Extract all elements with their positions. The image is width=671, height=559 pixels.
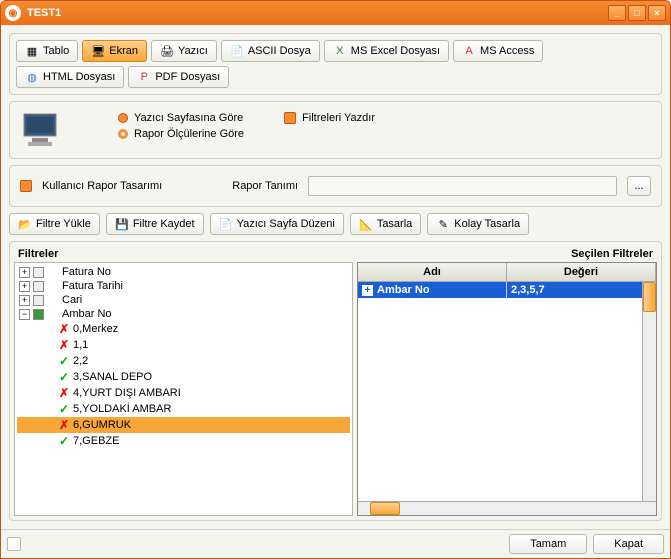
file-icon: 📄 <box>230 44 244 58</box>
tree-node[interactable]: Cari <box>17 293 350 307</box>
print-options-panel: Yazıcı Sayfasına Göre Rapor Ölçülerine G… <box>9 101 662 159</box>
node-checkbox[interactable] <box>33 267 44 278</box>
tree-leaf[interactable]: ✓2,2 <box>17 353 350 369</box>
cross-icon: ✗ <box>58 418 70 432</box>
save-icon: 💾 <box>115 217 129 231</box>
cross-icon: ✗ <box>58 338 70 352</box>
check-icon: ✓ <box>58 402 70 416</box>
app-window: ◉ TEST1 _ □ × ▦Tablo 🖥Ekran 🖨Yazıcı 📄ASC… <box>0 0 671 559</box>
collapse-icon[interactable] <box>19 309 30 320</box>
check-icon <box>284 112 296 124</box>
grid-header: Adı Değeri <box>358 263 656 282</box>
node-checkbox[interactable] <box>33 309 44 320</box>
print-filters-checkbox[interactable]: Filtreleri Yazdır <box>284 112 375 124</box>
tablo-button[interactable]: ▦Tablo <box>16 40 78 62</box>
page-radio[interactable]: Yazıcı Sayfasına Göre <box>118 112 244 124</box>
check-icon: ✓ <box>58 434 70 448</box>
user-design-label: Kullanıcı Rapor Tasarımı <box>42 180 162 192</box>
save-filter-button[interactable]: 💾Filtre Kaydet <box>106 213 204 235</box>
cross-icon: ✗ <box>58 386 70 400</box>
expand-icon[interactable] <box>19 281 30 292</box>
selected-grid[interactable]: Adı Değeri +Ambar No 2,3,5,7 <box>357 262 657 516</box>
node-checkbox[interactable] <box>33 295 44 306</box>
definition-input[interactable] <box>308 176 617 196</box>
monitor-icon <box>20 112 60 148</box>
check-icon <box>20 180 32 192</box>
app-icon: ◉ <box>5 5 21 21</box>
access-icon: A <box>462 44 476 58</box>
horizontal-scrollbar[interactable] <box>358 501 656 515</box>
yazici-button[interactable]: 🖨Yazıcı <box>151 40 217 62</box>
check-icon: ✓ <box>58 354 70 368</box>
corner-handle <box>7 537 21 551</box>
filter-actions: 📂Filtre Yükle 💾Filtre Kaydet 📄Yazıcı Say… <box>9 213 662 235</box>
definition-label: Rapor Tanımı <box>232 180 298 192</box>
node-checkbox[interactable] <box>33 281 44 292</box>
tree-node[interactable]: Ambar No <box>17 307 350 321</box>
check-icon: ✓ <box>58 370 70 384</box>
table-icon: ▦ <box>25 44 39 58</box>
expand-icon[interactable] <box>19 267 30 278</box>
pdf-button[interactable]: PPDF Dosyası <box>128 66 229 88</box>
grid-body[interactable]: +Ambar No 2,3,5,7 <box>358 282 656 501</box>
page-layout-button[interactable]: 📄Yazıcı Sayfa Düzeni <box>210 213 344 235</box>
browse-button[interactable]: ... <box>627 176 651 196</box>
ok-button[interactable]: Tamam <box>509 534 587 554</box>
globe-icon: ◍ <box>25 70 39 84</box>
ascii-button[interactable]: 📄ASCII Dosya <box>221 40 320 62</box>
close-dialog-button[interactable]: Kapat <box>593 534 664 554</box>
titlebar: ◉ TEST1 _ □ × <box>1 1 670 25</box>
tree-node[interactable]: Fatura No <box>17 265 350 279</box>
printer-icon: 🖨 <box>160 44 174 58</box>
tree-leaf[interactable]: ✗4,YURT DIŞI AMBARI <box>17 385 350 401</box>
col-name: Adı <box>358 263 507 281</box>
grid-row[interactable]: +Ambar No 2,3,5,7 <box>358 282 656 298</box>
filter-tree[interactable]: Fatura No Fatura Tarihi Cari Ambar No ✗0… <box>14 262 353 516</box>
wand-icon: ✎ <box>436 217 450 231</box>
report-definition-panel: Kullanıcı Rapor Tasarımı Rapor Tanımı ..… <box>9 165 662 207</box>
screen-icon: 🖥 <box>91 44 105 58</box>
pdf-icon: P <box>137 70 151 84</box>
design-button[interactable]: 📐Tasarla <box>350 213 421 235</box>
load-filter-button[interactable]: 📂Filtre Yükle <box>9 213 100 235</box>
vertical-scrollbar[interactable] <box>642 282 656 501</box>
selected-filters-panel: Adı Değeri +Ambar No 2,3,5,7 <box>357 262 657 516</box>
radio-dot-icon <box>118 129 128 139</box>
maximize-button[interactable]: □ <box>628 5 646 21</box>
access-button[interactable]: AMS Access <box>453 40 543 62</box>
page-icon: 📄 <box>219 217 233 231</box>
minimize-button[interactable]: _ <box>608 5 626 21</box>
measure-radio[interactable]: Rapor Ölçülerine Göre <box>118 128 244 140</box>
selected-filters-title: Seçilen Filtreler <box>571 248 653 260</box>
filters-title: Filtreler <box>18 248 58 260</box>
easy-design-button[interactable]: ✎Kolay Tasarla <box>427 213 529 235</box>
filters-panel: Filtreler Seçilen Filtreler Fatura No Fa… <box>9 241 662 521</box>
tree-leaf[interactable]: ✓3,SANAL DEPO <box>17 369 350 385</box>
tree-node[interactable]: Fatura Tarihi <box>17 279 350 293</box>
window-title: TEST1 <box>27 7 608 19</box>
tree-leaf[interactable]: ✓7,GEBZE <box>17 433 350 449</box>
excel-icon: X <box>333 44 347 58</box>
ruler-icon: 📐 <box>359 217 373 231</box>
tree-leaf[interactable]: ✗6,GUMRUK <box>17 417 350 433</box>
footer: Tamam Kapat <box>1 529 670 558</box>
tree-leaf[interactable]: ✗0,Merkez <box>17 321 350 337</box>
excel-button[interactable]: XMS Excel Dosyası <box>324 40 449 62</box>
col-value: Değeri <box>507 263 656 281</box>
radio-dot-icon <box>118 113 128 123</box>
expand-icon[interactable] <box>19 295 30 306</box>
expand-row-icon[interactable]: + <box>362 285 373 296</box>
close-button[interactable]: × <box>648 5 666 21</box>
output-toolbar: ▦Tablo 🖥Ekran 🖨Yazıcı 📄ASCII Dosya XMS E… <box>9 33 662 95</box>
folder-open-icon: 📂 <box>18 217 32 231</box>
html-button[interactable]: ◍HTML Dosyası <box>16 66 124 88</box>
tree-leaf[interactable]: ✗1,1 <box>17 337 350 353</box>
cross-icon: ✗ <box>58 322 70 336</box>
ekran-button[interactable]: 🖥Ekran <box>82 40 147 62</box>
tree-leaf[interactable]: ✓5,YOLDAKİ AMBAR <box>17 401 350 417</box>
